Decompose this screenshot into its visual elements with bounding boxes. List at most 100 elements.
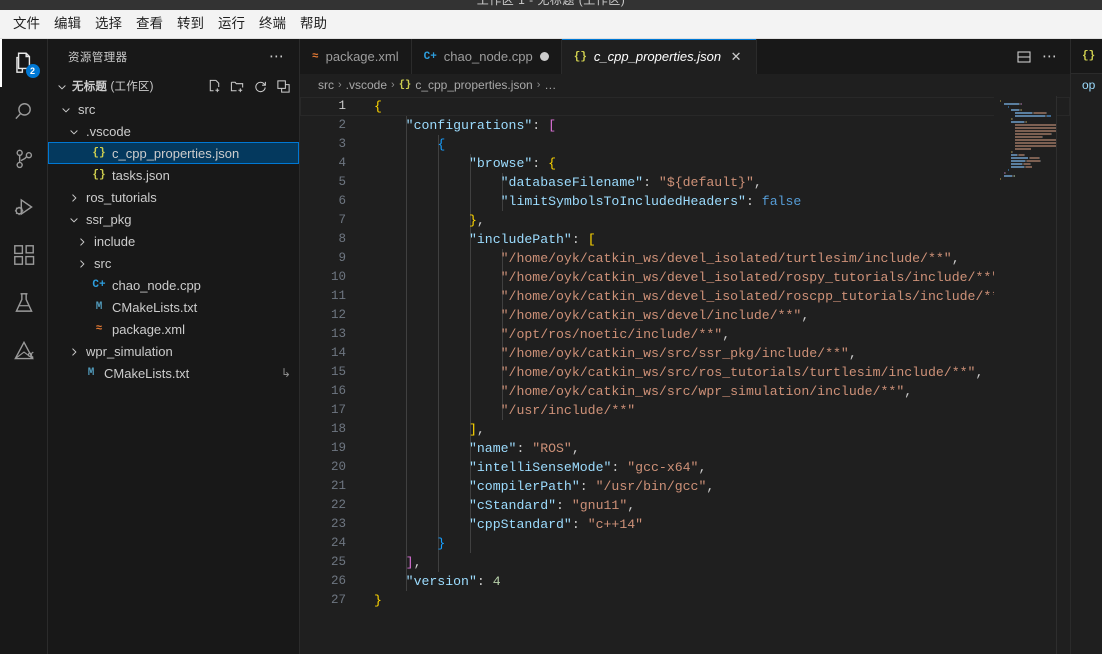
- code-line[interactable]: "/home/oyk/catkin_ws/src/wpr_simulation/…: [374, 382, 913, 401]
- tree-item-cmakelists-outer[interactable]: M CMakeLists.txt ↳: [48, 362, 299, 384]
- code-lines[interactable]: { "configurations": [ { "browse": { "dat…: [356, 96, 1070, 654]
- chevron-right-icon[interactable]: [74, 230, 90, 252]
- code-line[interactable]: "/home/oyk/catkin_ws/devel_isolated/rosp…: [374, 268, 1008, 287]
- menu-file[interactable]: 文件: [6, 12, 47, 36]
- code-line[interactable]: }: [374, 534, 445, 553]
- code-token-punc: [374, 384, 501, 399]
- new-folder-icon[interactable]: [227, 76, 247, 96]
- code-line[interactable]: {: [374, 97, 382, 116]
- tree-item-package-xml[interactable]: ≈ package.xml: [48, 318, 299, 340]
- tree-item-c-cpp-properties-json[interactable]: {} c_cpp_properties.json: [48, 142, 299, 164]
- line-number: 17: [330, 403, 346, 417]
- sidebar-more-actions-icon[interactable]: ⋯: [263, 49, 291, 64]
- json-file-icon: {}: [398, 79, 412, 91]
- code-line[interactable]: "/home/oyk/catkin_ws/src/ssr_pkg/include…: [374, 344, 857, 363]
- code-line[interactable]: "/home/oyk/catkin_ws/devel/include/**",: [374, 306, 810, 325]
- code-editor[interactable]: 1 2 3 4 5 6 7 8 9 10 11 12 13 14 15 16 17 18 19 20 21 22 23 24 2…: [300, 96, 1070, 654]
- code-line[interactable]: "cStandard": "gnu11",: [374, 496, 635, 515]
- json-file-icon[interactable]: {}: [1082, 50, 1095, 62]
- chevron-down-icon[interactable]: [66, 120, 82, 142]
- tab-chao-node-cpp[interactable]: C+ chao_node.cpp: [411, 39, 562, 74]
- tab-c-cpp-properties-json[interactable]: {} c_cpp_properties.json ✕: [561, 39, 758, 74]
- secondary-breadcrumb[interactable]: op: [1071, 74, 1102, 96]
- tree-item-tasks-json[interactable]: {} tasks.json: [48, 164, 299, 186]
- code-line[interactable]: },: [374, 211, 485, 230]
- code-line[interactable]: "/opt/ros/noetic/include/**",: [374, 325, 731, 344]
- more-actions-icon[interactable]: ⋯: [1038, 45, 1062, 69]
- code-line[interactable]: "includePath": [: [374, 230, 596, 249]
- new-file-icon[interactable]: [204, 76, 224, 96]
- minimap[interactable]: [994, 96, 1056, 654]
- activity-bar-ros-icon[interactable]: [0, 327, 48, 375]
- activity-bar-testing-flask-icon[interactable]: [0, 279, 48, 327]
- code-line[interactable]: "browse": {: [374, 154, 556, 173]
- code-line[interactable]: "configurations": [: [374, 116, 556, 135]
- refresh-icon[interactable]: [250, 76, 270, 96]
- activity-bar: 2: [0, 39, 48, 654]
- tree-item-chao-node-cpp[interactable]: C+ chao_node.cpp: [48, 274, 299, 296]
- chevron-down-icon[interactable]: [66, 208, 82, 230]
- menu-help[interactable]: 帮助: [293, 12, 334, 36]
- tree-item-vscode[interactable]: .vscode: [48, 120, 299, 142]
- code-token-punc: :: [579, 479, 596, 494]
- code-line[interactable]: "/home/oyk/catkin_ws/devel_isolated/rosc…: [374, 287, 1015, 306]
- tree-item-wpr-simulation[interactable]: wpr_simulation: [48, 340, 299, 362]
- breadcrumb-separator-icon: ›: [536, 79, 541, 91]
- vertical-scrollbar[interactable]: [1056, 96, 1070, 654]
- line-number: 21: [330, 479, 346, 493]
- tab-dirty-indicator[interactable]: [539, 52, 549, 61]
- menu-run[interactable]: 运行: [211, 12, 252, 36]
- code-line[interactable]: "name": "ROS",: [374, 439, 580, 458]
- minimap-token: [1011, 160, 1025, 162]
- tree-item-ssr-pkg[interactable]: ssr_pkg: [48, 208, 299, 230]
- code-line[interactable]: "compilerPath": "/usr/bin/gcc",: [374, 477, 714, 496]
- tree-item-cmakelists-inner[interactable]: M CMakeLists.txt: [48, 296, 299, 318]
- code-line[interactable]: "/home/oyk/catkin_ws/src/ros_tutorials/t…: [374, 363, 984, 382]
- breadcrumb-item[interactable]: {} c_cpp_properties.json: [399, 78, 533, 92]
- chevron-down-icon[interactable]: [58, 98, 74, 120]
- menu-view[interactable]: 查看: [129, 12, 170, 36]
- menu-edit[interactable]: 编辑: [47, 12, 88, 36]
- chevron-right-icon[interactable]: [74, 252, 90, 274]
- cpp-file-icon: C+: [423, 50, 437, 63]
- chevron-down-icon[interactable]: [54, 75, 70, 97]
- code-line[interactable]: "cppStandard": "c++14": [374, 515, 643, 534]
- activity-bar-search-icon[interactable]: [0, 87, 48, 135]
- tree-item-ssr-src[interactable]: src: [48, 252, 299, 274]
- tree-item-ros-tutorials[interactable]: ros_tutorials: [48, 186, 299, 208]
- code-token-str: "/home/oyk/catkin_ws/devel/include/**": [500, 308, 802, 323]
- workspace-root-row[interactable]: 无标题 (工作区): [48, 74, 299, 98]
- code-line[interactable]: "intelliSenseMode": "gcc-x64",: [374, 458, 706, 477]
- code-line[interactable]: ],: [374, 553, 422, 572]
- code-token-punc: [374, 118, 406, 133]
- menu-terminal[interactable]: 终端: [252, 12, 293, 36]
- menu-go[interactable]: 转到: [170, 12, 211, 36]
- line-number: 4: [338, 156, 346, 170]
- chevron-right-icon[interactable]: [66, 340, 82, 362]
- code-line[interactable]: "databaseFilename": "${default}",: [374, 173, 762, 192]
- code-line[interactable]: {: [374, 135, 445, 154]
- chevron-right-icon[interactable]: [66, 186, 82, 208]
- tab-package-xml[interactable]: ≈ package.xml: [300, 39, 412, 74]
- code-line[interactable]: ],: [374, 420, 485, 439]
- code-token-str: "/home/oyk/catkin_ws/src/ros_tutorials/t…: [500, 365, 976, 380]
- breadcrumb-item[interactable]: …: [544, 78, 556, 92]
- activity-bar-source-control-icon[interactable]: [0, 135, 48, 183]
- activity-bar-explorer-icon[interactable]: 2: [0, 39, 48, 87]
- code-line[interactable]: }: [374, 591, 382, 610]
- tree-item-include[interactable]: include: [48, 230, 299, 252]
- code-line[interactable]: "/usr/include/**": [374, 401, 636, 420]
- activity-bar-extensions-icon[interactable]: [0, 231, 48, 279]
- code-line[interactable]: "/home/oyk/catkin_ws/devel_isolated/turt…: [374, 249, 960, 268]
- collapse-all-icon[interactable]: [273, 76, 293, 96]
- split-editor-icon[interactable]: [1012, 45, 1036, 69]
- breadcrumb-item[interactable]: src: [318, 78, 334, 92]
- tab-close-icon[interactable]: ✕: [728, 49, 744, 65]
- activity-bar-run-and-debug-icon[interactable]: [0, 183, 48, 231]
- tree-item-src[interactable]: src: [48, 98, 299, 120]
- menu-selection[interactable]: 选择: [88, 12, 129, 36]
- code-line[interactable]: "limitSymbolsToIncludedHeaders": false: [374, 192, 802, 211]
- breadcrumb-item[interactable]: .vscode: [346, 78, 387, 92]
- code-line[interactable]: "version": 4: [374, 572, 501, 591]
